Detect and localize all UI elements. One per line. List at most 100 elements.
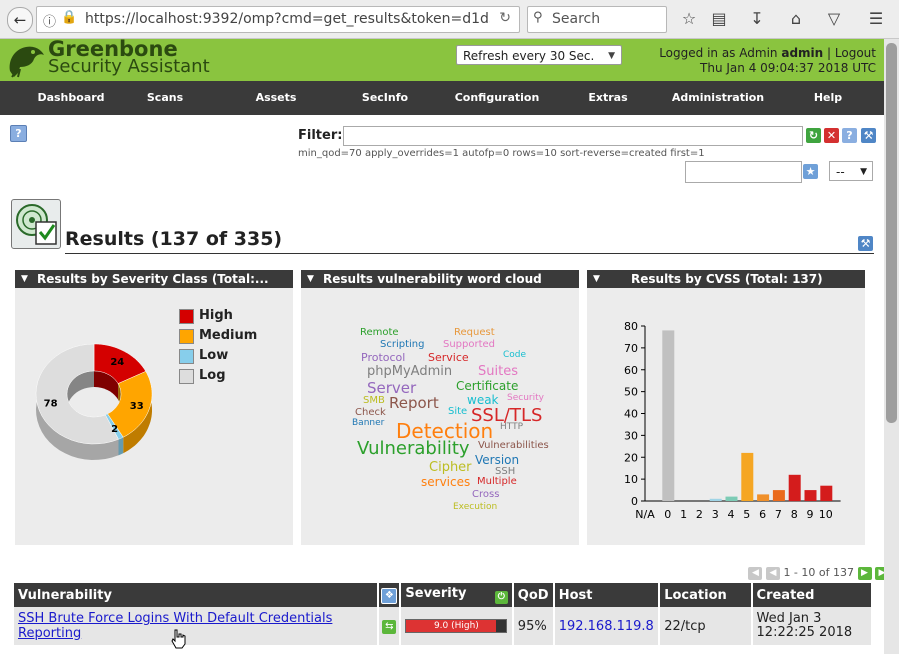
reset-filter-icon[interactable]: ✕ [824,128,839,143]
cloud-word[interactable]: Request [454,328,495,338]
cloud-word[interactable]: Check [355,408,386,418]
cvss-bar-6[interactable] [757,494,770,501]
power-overrides-icon[interactable]: ⏻ [494,591,508,604]
cvss-bar-9[interactable] [804,490,817,501]
severity-panel-header[interactable]: ▼ Results by Severity Class (Total:... [15,270,293,288]
cloud-word[interactable]: Cross [472,490,499,500]
cvss-bar-8[interactable] [788,474,801,502]
cloud-word[interactable]: Service [428,352,469,363]
col-location[interactable]: Location [660,583,751,607]
browser-toolbar: ← ⓘ 🔒 https://localhost:9392/omp?cmd=get… [0,0,899,39]
cloud-word[interactable]: Certificate [456,380,518,392]
lock-warning-icon[interactable]: 🔒 [61,10,77,25]
cloud-word[interactable]: Supported [443,340,495,350]
username-link[interactable]: admin [781,46,823,60]
cloud-word[interactable]: Site [448,407,467,417]
dashboard-edit-wrench-icon[interactable]: ⚒ [858,236,873,251]
brand-logo[interactable]: Greenbone Security Assistant [48,39,210,76]
cloud-word[interactable]: Scripting [380,340,424,350]
logout-link[interactable]: Logout [835,46,876,60]
filter-help-icon[interactable]: ? [842,128,857,143]
cvss-bar-5[interactable] [741,452,754,501]
cvss-bar-7[interactable] [772,490,785,501]
severity-bar-label: 9.0 (High) [433,621,479,631]
table-row[interactable]: SSH Brute Force Logins With Default Cred… [14,607,871,645]
cvss-bar-4[interactable] [725,496,738,501]
reading-list-icon[interactable]: ▤ [709,9,729,29]
back-button[interactable]: ← [7,7,33,33]
cloud-word[interactable]: Protocol [361,352,405,363]
next-page-icon[interactable]: ▶ [857,566,872,580]
cloud-word[interactable]: Banner [352,419,384,428]
cvss-bar-0[interactable] [662,330,675,501]
download-icon[interactable]: ↧ [747,9,767,29]
col-qod[interactable]: QoD [513,583,553,607]
url-text[interactable]: https://localhost:9392/omp?cmd=get_resul… [85,11,490,27]
col-host[interactable]: Host [554,583,659,607]
filter-input[interactable] [343,126,803,146]
x-tick-label: 1 [680,508,687,521]
cloud-word[interactable]: Multiple [477,477,517,487]
browser-search-input[interactable]: ⚲ Search [527,6,667,33]
edit-filter-wrench-icon[interactable]: ⚒ [861,128,876,143]
nav-extras[interactable]: Extras [580,81,636,115]
scrollbar-thumb[interactable] [886,43,897,423]
save-filter-name-input[interactable] [685,161,802,183]
page-help-icon[interactable]: ? [10,125,27,142]
cloud-word[interactable]: Code [503,351,526,360]
cloud-word[interactable]: HTTP [500,423,523,432]
panel-menu-icon[interactable]: ▼ [21,270,28,288]
nav-configuration[interactable]: Configuration [450,81,544,115]
nav-secinfo[interactable]: SecInfo [352,81,418,115]
save-filter-star-icon[interactable]: ★ [803,164,818,179]
qod-cell: 95% [513,607,553,645]
created-cell: Wed Jan 3 12:22:25 2018 [752,607,871,645]
x-tick-label: 9 [807,508,814,521]
pocket-icon[interactable]: ▽ [824,9,844,29]
menu-icon[interactable]: ☰ [866,9,886,29]
cloud-word[interactable]: Vulnerability [357,440,470,458]
cloud-word[interactable]: services [421,476,470,488]
legend-swatch [179,349,194,364]
home-icon[interactable]: ⌂ [786,9,806,29]
cloud-word[interactable]: Report [389,396,439,411]
table-header-row: Vulnerability ❖ Severity ⏻ QoD Host Loca… [14,583,871,607]
wordcloud-panel-header[interactable]: ▼ Results vulnerability word cloud [301,270,579,288]
cloud-word[interactable]: Suites [478,365,518,378]
panel-menu-icon[interactable]: ▼ [307,270,314,288]
col-created[interactable]: Created [752,583,871,607]
col-severity[interactable]: Severity ⏻ [401,583,512,607]
cloud-word[interactable]: SMB [363,396,385,406]
vendorfix-icon: ⇆ [382,620,397,634]
cvss-bar-3[interactable] [709,498,722,501]
cloud-word[interactable]: Version [475,454,519,466]
cloud-word[interactable]: phpMyAdmin [367,365,452,378]
cvss-panel-header[interactable]: ▼ Results by CVSS (Total: 137) [587,270,865,288]
cloud-word[interactable]: Vulnerabilities [478,441,549,451]
nav-scans[interactable]: Scans [135,81,195,115]
previous-page-icon[interactable]: ◀ [765,566,780,580]
first-page-icon[interactable]: ◀ [748,566,763,580]
page-scrollbar[interactable] [884,39,899,654]
panel-menu-icon[interactable]: ▼ [593,270,600,288]
cloud-word[interactable]: Cipher [429,461,472,474]
url-bar[interactable]: ⓘ 🔒 https://localhost:9392/omp?cmd=get_r… [36,6,520,33]
cloud-word[interactable]: Remote [360,328,399,338]
y-tick-label: 20 [624,451,638,464]
host-link[interactable]: 192.168.119.8 [559,619,654,634]
nav-administration[interactable]: Administration [670,81,766,115]
refresh-filter-icon[interactable]: ↻ [806,128,821,143]
nav-assets[interactable]: Assets [245,81,307,115]
reload-icon[interactable]: ↻ [499,10,511,26]
cvss-bar-10[interactable] [820,485,833,501]
donut-value-label: 24 [110,357,124,368]
cloud-word[interactable]: Security [507,394,544,403]
bookmark-star-icon[interactable]: ☆ [679,9,699,29]
refresh-interval-select[interactable]: Refresh every 30 Sec. ▼ [456,45,622,65]
col-vulnerability[interactable]: Vulnerability [14,583,378,607]
info-icon[interactable]: ⓘ [43,11,56,30]
cloud-word[interactable]: Execution [453,503,497,512]
nav-help[interactable]: Help [805,81,851,115]
nav-dashboard[interactable]: Dashboard [30,81,112,115]
saved-filter-select[interactable]: -- ▼ [829,161,873,181]
